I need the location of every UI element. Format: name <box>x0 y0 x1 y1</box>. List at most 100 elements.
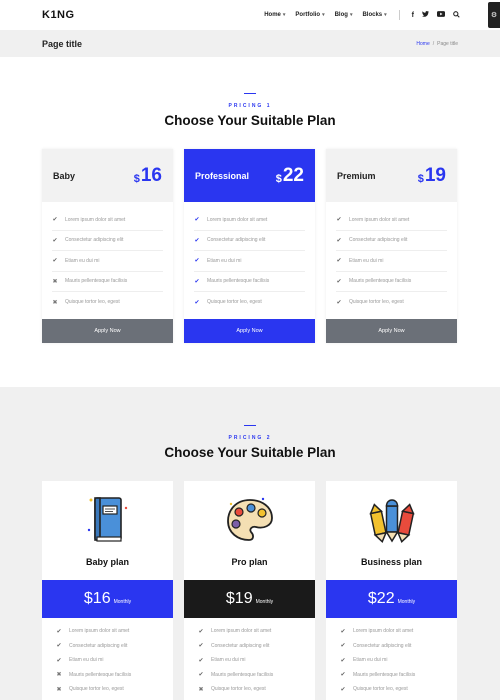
feature-text: Consectetur adipiscing elit <box>207 237 266 244</box>
check-icon: ✔ <box>336 278 342 285</box>
card-header: Premium $19 <box>326 149 457 202</box>
price-amount: $16 <box>83 590 111 607</box>
apply-now-button[interactable]: Apply Now <box>42 318 173 343</box>
plan-name: Pro plan <box>231 557 268 567</box>
price-currency: $ <box>417 172 424 185</box>
check-icon: ✔ <box>340 628 346 635</box>
pricing-card-business-plan: Business plan $22 Monthly ✔ Lorem ipsum d… <box>326 481 457 700</box>
list-item: ✔ Quisque tortor leo, egest <box>194 292 305 313</box>
feature-text: Etiam eu dui mi <box>353 657 388 664</box>
feature-text: Etiam eu dui mi <box>211 657 246 664</box>
price-amount: 16 <box>140 164 162 186</box>
close-icon: ✖ <box>52 299 58 306</box>
list-item: ✔ Etiam eu dui mi <box>198 653 301 668</box>
feature-text: Lorem ipsum dolor sit amet <box>69 628 130 635</box>
twitter-icon[interactable] <box>422 11 429 19</box>
chevron-down-icon: ▾ <box>322 12 325 18</box>
price-amount: $22 <box>367 590 395 607</box>
feature-text: Quisque tortor leo, egest <box>65 299 120 306</box>
youtube-icon[interactable] <box>437 11 445 19</box>
list-item: ✖ Mauris pellentesque facilisis <box>56 668 159 683</box>
feature-text: Mauris pellentesque facilisis <box>349 278 412 285</box>
apply-now-button[interactable]: Apply Now <box>184 318 315 343</box>
check-icon: ✔ <box>56 643 62 650</box>
pricing-card-premium: Premium $19 ✔ Lorem ipsum dolor sit amet … <box>326 149 457 343</box>
header: K1NG Home ▾ Portfolio ▾ Blog ▾ Blocks ▾ f <box>0 0 500 30</box>
check-icon: ✔ <box>340 672 346 679</box>
plan-price: $16 <box>134 165 162 187</box>
price-bar: $22 Monthly <box>326 580 457 618</box>
feature-text: Mauris pellentesque facilisis <box>211 671 274 678</box>
card-header: Baby $16 <box>42 149 173 202</box>
plan-icon-wrap <box>184 481 315 549</box>
list-item: ✔ Consectetur adipiscing elit <box>194 231 305 251</box>
close-icon: ✖ <box>52 278 58 285</box>
list-item: ✔ Quisque tortor leo, egest <box>340 682 443 697</box>
nav-portfolio[interactable]: Portfolio ▾ <box>295 12 324 18</box>
feature-text: Lorem ipsum dolor sit amet <box>65 216 126 223</box>
check-icon: ✔ <box>194 217 200 224</box>
price-period: Monthly <box>255 598 274 605</box>
check-icon: ✔ <box>198 643 204 650</box>
feature-text: Mauris pellentesque facilisis <box>65 278 128 285</box>
palette-icon <box>225 496 275 549</box>
price-amount: $19 <box>225 590 253 607</box>
list-item: ✔ Etiam eu dui mi <box>52 251 163 272</box>
price-period: Monthly <box>113 598 132 605</box>
list-item: ✖ Quisque tortor leo, egest <box>56 682 159 697</box>
price-bar: $19 Monthly <box>184 580 315 618</box>
nav-blog[interactable]: Blog ▾ <box>335 12 353 18</box>
price-amount: 22 <box>282 164 304 186</box>
check-icon: ✔ <box>52 217 58 224</box>
close-icon: ✖ <box>198 686 204 693</box>
facebook-icon[interactable]: f <box>412 12 414 19</box>
plan-icon-wrap <box>326 481 457 549</box>
feature-text: Quisque tortor leo, egest <box>207 299 262 306</box>
chevron-down-icon: ▾ <box>282 12 286 18</box>
list-item: ✔ Quisque tortor leo, egest <box>336 292 447 313</box>
feature-list: ✔ Lorem ipsum dolor sit amet ✔ Consectetur… <box>184 202 315 319</box>
feature-text: Quisque tortor leo, egest <box>211 686 266 693</box>
list-item: ✖ Mauris pellentesque facilisis <box>52 272 163 292</box>
page-title: Page title <box>42 38 83 49</box>
card-header: Professional $22 <box>184 149 315 202</box>
section-title: Choose Your Suitable Plan <box>164 445 336 460</box>
list-item: ✔ Lorem ipsum dolor sit amet <box>340 624 443 639</box>
nav-home-label: Home <box>264 12 281 18</box>
feature-list: ✔ Lorem ipsum dolor sit amet ✔ Consectetur… <box>42 202 173 319</box>
list-item: ✔ Consectetur adipiscing elit <box>336 231 447 251</box>
list-item: ✔ Mauris pellentesque facilisis <box>340 668 443 683</box>
breadcrumb-home[interactable]: Home <box>416 41 429 47</box>
pencils-icon <box>367 494 417 549</box>
list-item: ✔ Mauris pellentesque facilisis <box>336 272 447 292</box>
check-icon: ✔ <box>194 258 200 265</box>
list-item: ✔ Mauris pellentesque facilisis <box>194 272 305 292</box>
feature-text: Mauris pellentesque facilisis <box>353 671 416 678</box>
logo[interactable]: K1NG <box>42 9 75 21</box>
feature-text: Quisque tortor leo, egest <box>353 686 408 693</box>
section-heading: PRICING 2 Choose Your Suitable Plan <box>0 387 500 460</box>
gear-icon[interactable]: ⚙ <box>488 2 500 28</box>
feature-list: ✔ Lorem ipsum dolor sit amet ✔ Consectetur… <box>42 618 173 700</box>
check-icon: ✔ <box>340 657 346 664</box>
nav-blocks-label: Blocks <box>362 12 383 18</box>
apply-now-button[interactable]: Apply Now <box>326 318 457 343</box>
section-eyebrow: PRICING 1 <box>228 103 272 109</box>
list-item: ✔ Mauris pellentesque facilisis <box>198 668 301 683</box>
feature-text: Consectetur adipiscing elit <box>353 642 412 649</box>
feature-text: Etiam eu dui mi <box>65 257 100 264</box>
pricing-card-professional: Professional $22 ✔ Lorem ipsum dolor sit … <box>184 149 315 343</box>
list-item: ✔ Etiam eu dui mi <box>340 653 443 668</box>
section-title: Choose Your Suitable Plan <box>164 113 336 128</box>
list-item: ✔ Etiam eu dui mi <box>194 251 305 272</box>
search-icon[interactable] <box>453 10 460 20</box>
list-item: ✔ Lorem ipsum dolor sit amet <box>198 624 301 639</box>
list-item: ✔ Lorem ipsum dolor sit amet <box>336 210 447 231</box>
plan-price: $19 <box>418 165 446 187</box>
nav-blocks[interactable]: Blocks ▾ <box>362 12 386 18</box>
feature-text: Consectetur adipiscing elit <box>349 237 408 244</box>
price-amount: 19 <box>424 164 446 186</box>
plan-name: Professional <box>195 170 250 181</box>
check-icon: ✔ <box>198 657 204 664</box>
nav-home[interactable]: Home ▾ <box>264 12 285 18</box>
